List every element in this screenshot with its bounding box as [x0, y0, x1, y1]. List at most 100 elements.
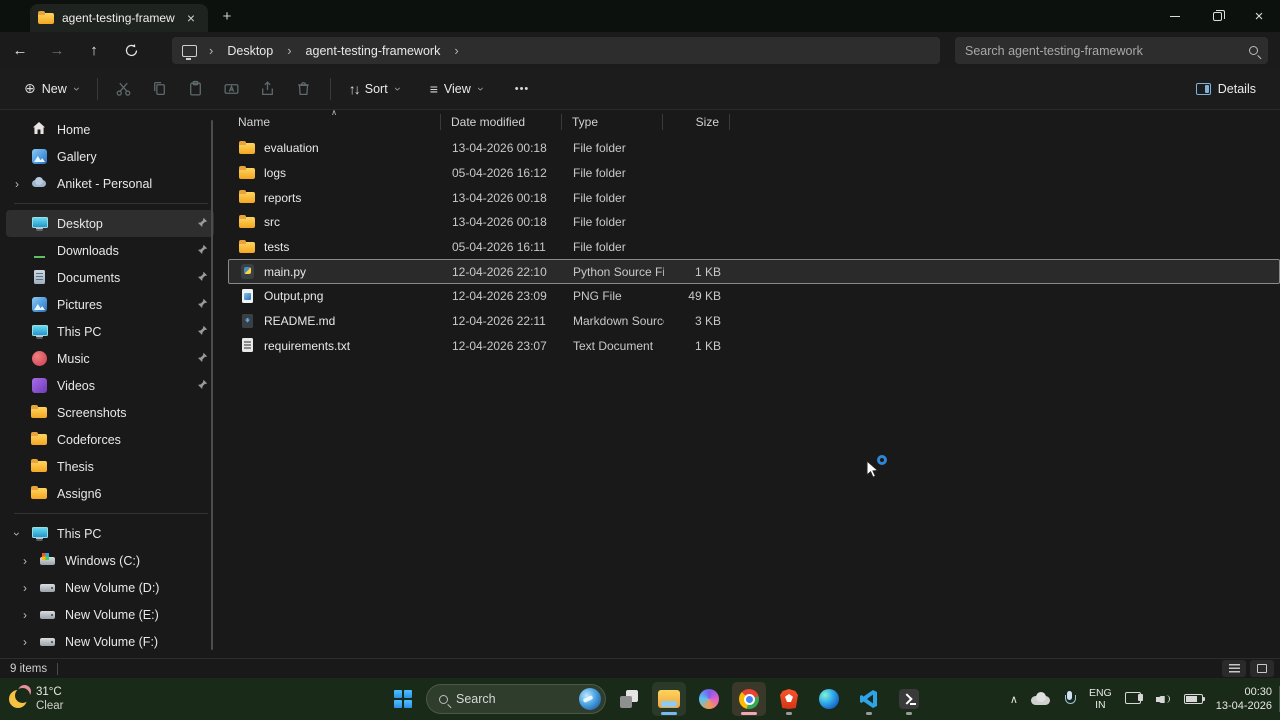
- tab-close-icon[interactable]: ×: [182, 9, 200, 27]
- sidebar-pinned-item[interactable]: Pictures: [6, 291, 214, 318]
- sidebar-item-gallery[interactable]: Gallery: [6, 143, 214, 170]
- close-button[interactable]: ×: [1238, 0, 1280, 32]
- file-size: 3 KB: [694, 314, 721, 329]
- file-row[interactable]: README.md 12-04-2026 22:11 Markdown Sour…: [228, 309, 1280, 334]
- chevron-right-icon[interactable]: ›: [20, 581, 30, 595]
- file-row[interactable]: requirements.txt 12-04-2026 23:07 Text D…: [228, 334, 1280, 359]
- chrome-icon: [739, 689, 759, 709]
- file-row[interactable]: tests 05-04-2026 16:11 File folder: [228, 235, 1280, 260]
- microphone-tray-icon[interactable]: [1064, 691, 1076, 707]
- sidebar-folder-item[interactable]: Thesis: [6, 453, 214, 480]
- thumbnail-view-icon: [1257, 664, 1267, 673]
- new-tab-button[interactable]: +: [218, 7, 236, 25]
- onedrive-tray-icon[interactable]: [1030, 692, 1051, 706]
- chrome-taskbar-button[interactable]: [732, 682, 766, 716]
- breadcrumb-folder[interactable]: agent-testing-framework: [302, 42, 445, 60]
- language-indicator[interactable]: ENG IN: [1089, 687, 1112, 711]
- sidebar-scrollbar[interactable]: [211, 120, 213, 650]
- back-button[interactable]: ←: [3, 35, 37, 65]
- column-header-name[interactable]: ∧ Name: [228, 108, 440, 129]
- weather-temperature: 31°C: [36, 685, 62, 698]
- refresh-button[interactable]: [114, 35, 148, 65]
- sidebar-pinned-item[interactable]: Documents: [6, 264, 214, 291]
- weather-widget[interactable]: 1 31°C Clear: [8, 685, 63, 714]
- chevron-right-icon[interactable]: ›: [12, 177, 22, 191]
- sidebar-item-onedrive[interactable]: › Aniket - Personal: [6, 170, 214, 197]
- file-explorer-taskbar-button[interactable]: [652, 682, 686, 716]
- sidebar-item-this-pc[interactable]: › This PC: [6, 520, 214, 547]
- column-header-type[interactable]: Type: [562, 115, 662, 129]
- sidebar-drive-item[interactable]: › Windows (C:): [14, 547, 214, 574]
- clock[interactable]: 00:30 13-04-2026: [1216, 685, 1272, 714]
- forward-button[interactable]: →: [40, 35, 74, 65]
- file-name: evaluation: [264, 141, 319, 156]
- pin-icon: [197, 325, 208, 339]
- rename-button[interactable]: [214, 73, 250, 105]
- network-tray-icon[interactable]: [1124, 692, 1143, 706]
- start-button[interactable]: [386, 682, 420, 716]
- volume-tray-icon[interactable]: [1156, 692, 1171, 706]
- sidebar-item-label: New Volume (E:): [65, 607, 159, 622]
- view-button[interactable]: ≡ View ›: [420, 74, 493, 104]
- sidebar-folder-item[interactable]: Screenshots: [6, 399, 214, 426]
- details-view-button[interactable]: [1222, 660, 1246, 677]
- column-header-date-modified[interactable]: Date modified: [441, 115, 561, 129]
- chevron-right-icon[interactable]: ›: [20, 608, 30, 622]
- sidebar-item-label: Pictures: [57, 297, 103, 312]
- minimize-button[interactable]: [1154, 0, 1196, 32]
- taskbar-search-box[interactable]: Search: [426, 684, 606, 714]
- file-row[interactable]: main.py 12-04-2026 22:10 Python Source F…: [228, 259, 1280, 285]
- explorer-search-box[interactable]: Search agent-testing-framework: [955, 37, 1268, 64]
- brave-taskbar-button[interactable]: [772, 682, 806, 716]
- copilot-taskbar-button[interactable]: [692, 682, 726, 716]
- file-row[interactable]: Output.png 12-04-2026 23:09 PNG File 49 …: [228, 284, 1280, 309]
- sidebar-drive-item[interactable]: › New Volume (F:): [14, 628, 214, 655]
- breadcrumb-desktop[interactable]: Desktop: [223, 42, 277, 60]
- new-button[interactable]: ⊕ New ›: [14, 73, 89, 104]
- sidebar-drive-item[interactable]: › New Volume (E:): [14, 601, 214, 628]
- sidebar-pinned-item[interactable]: Downloads: [6, 237, 214, 264]
- up-button[interactable]: ↑: [77, 35, 111, 65]
- file-size: 1 KB: [694, 264, 721, 279]
- thumbnail-view-button[interactable]: [1250, 660, 1274, 677]
- sidebar-item-label: Assign6: [57, 486, 102, 501]
- paste-button[interactable]: [178, 73, 214, 105]
- clear-night-icon: 1: [8, 685, 31, 709]
- copy-button[interactable]: [142, 73, 178, 105]
- details-pane-button[interactable]: Details: [1186, 75, 1266, 103]
- file-row[interactable]: src 13-04-2026 00:18 File folder: [228, 210, 1280, 235]
- sidebar-pinned-item[interactable]: This PC: [6, 318, 214, 345]
- chevron-down-icon[interactable]: ›: [10, 529, 24, 539]
- file-row[interactable]: logs 05-04-2026 16:12 File folder: [228, 161, 1280, 186]
- terminal-taskbar-button[interactable]: [892, 682, 926, 716]
- column-separator[interactable]: [729, 113, 730, 130]
- sidebar-item-home[interactable]: Home: [6, 116, 214, 143]
- edge-taskbar-button[interactable]: [812, 682, 846, 716]
- sidebar-drive-item[interactable]: › New Volume (D:): [14, 574, 214, 601]
- sidebar-pinned-item[interactable]: Videos: [6, 372, 214, 399]
- share-button[interactable]: [250, 73, 286, 105]
- more-options-button[interactable]: •••: [505, 76, 540, 102]
- hidden-icons-chevron[interactable]: ∧: [1010, 693, 1018, 706]
- sort-button[interactable]: ↑↓ Sort ›: [339, 74, 410, 104]
- chevron-right-icon[interactable]: ›: [20, 554, 30, 568]
- cut-button[interactable]: [106, 73, 142, 105]
- delete-button[interactable]: [286, 73, 322, 105]
- battery-tray-icon[interactable]: [1183, 694, 1206, 704]
- search-icon: [439, 694, 448, 704]
- folder-icon: [239, 140, 256, 157]
- file-row[interactable]: evaluation 13-04-2026 00:18 File folder: [228, 136, 1280, 161]
- explorer-tab[interactable]: agent-testing-framework ×: [30, 4, 208, 32]
- sidebar-folder-item[interactable]: Assign6: [6, 480, 214, 507]
- file-name: logs: [264, 166, 287, 181]
- restore-button[interactable]: [1196, 0, 1238, 32]
- column-header-size[interactable]: Size: [663, 115, 729, 129]
- sidebar-folder-item[interactable]: Codeforces: [6, 426, 214, 453]
- task-view-button[interactable]: [612, 682, 646, 716]
- vscode-taskbar-button[interactable]: [852, 682, 886, 716]
- sidebar-pinned-item[interactable]: Desktop: [6, 210, 214, 237]
- chevron-right-icon[interactable]: ›: [20, 635, 30, 649]
- file-row[interactable]: reports 13-04-2026 00:18 File folder: [228, 185, 1280, 210]
- sidebar-pinned-item[interactable]: Music: [6, 345, 214, 372]
- breadcrumb[interactable]: › Desktop › agent-testing-framework ›: [172, 37, 940, 64]
